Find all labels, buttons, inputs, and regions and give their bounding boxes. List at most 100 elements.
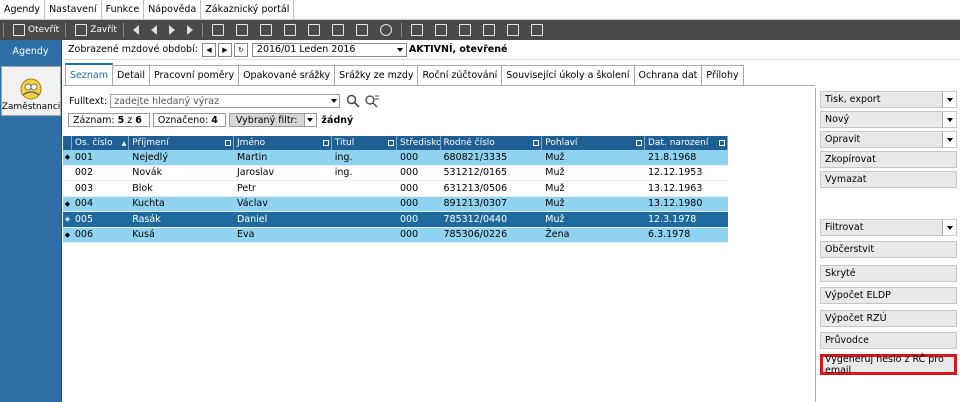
tab-pracovni-pomery[interactable]: Pracovní poměry	[148, 65, 240, 85]
menu-nastaveni[interactable]: Nastavení	[45, 0, 102, 20]
header-rodne-cislo[interactable]: Rodné číslo	[441, 136, 543, 150]
action-panel: Tisk, export Nový Opravit Zkopírovat Vymazat…	[815, 88, 960, 402]
vypocet-eldp-button[interactable]: Výpočet ELDP	[820, 287, 957, 304]
table-cell: Muž	[545, 151, 565, 163]
opravit-button[interactable]: Opravit	[820, 131, 957, 148]
record-of: z	[127, 114, 133, 126]
table-cell: 6.3.1978	[648, 229, 691, 241]
tab-detail[interactable]: Detail	[111, 65, 150, 85]
chevron-down-icon[interactable]	[942, 92, 956, 107]
header-os-cislo[interactable]: Os. číslo ▲	[72, 136, 130, 150]
novy-button[interactable]: Nový	[820, 111, 957, 128]
edit-button[interactable]	[302, 21, 326, 39]
last-record-button[interactable]	[181, 21, 199, 39]
tab-seznam[interactable]: Seznam	[65, 63, 113, 85]
chevron-down-icon[interactable]	[942, 132, 956, 147]
tab-srazky-ze-mzdy[interactable]: Srážky ze mzdy	[334, 65, 419, 85]
tool-2-button[interactable]	[453, 21, 477, 39]
header-pohlavi[interactable]: Pohlaví	[542, 136, 645, 150]
table-row[interactable]: ◈ 005 Rasák Daniel 000 785312/0440 Muž 12.3.197…	[63, 212, 728, 228]
skryte-button[interactable]: Skryté	[820, 265, 957, 282]
period-next-button[interactable]: ▶	[217, 42, 232, 57]
action-label: Nový	[825, 114, 850, 125]
header-prijmeni[interactable]: Příjmení	[129, 136, 234, 150]
open-label: Otevřít	[28, 25, 60, 35]
menu-napoveda[interactable]: Nápověda	[144, 0, 202, 20]
period-value: 2016/01 Leden 2016	[256, 44, 356, 55]
table-row[interactable]: ◆ 004 Kuchta Václav 000 891213/0307 Muž 13.12.1…	[63, 196, 728, 212]
marked-counter: Označeno: 4	[152, 113, 226, 127]
tab-opakovane-srazky[interactable]: Opakované srážky	[238, 65, 336, 85]
open-button[interactable]: Otevřít	[7, 21, 62, 39]
table-cell: 12.12.1953	[648, 167, 703, 179]
obcerstvit-button[interactable]: Občerstvit	[820, 241, 957, 258]
vygeneruj-heslo-z-rc-pro-email-button[interactable]: Vygeneruj heslo z RČ pro email	[820, 354, 957, 376]
period-prev-button[interactable]: ◀	[201, 42, 216, 57]
table-cell: Rasák	[132, 213, 161, 225]
vypocet-rzu-button[interactable]: Výpočet RZÚ	[820, 310, 957, 327]
tisk-export-button[interactable]: Tisk, export	[820, 91, 957, 108]
search-input[interactable]: zadejte hledaný výraz	[110, 94, 341, 108]
save-button[interactable]	[230, 21, 254, 39]
table-cell: Martin	[236, 151, 268, 163]
first-record-button[interactable]	[127, 21, 145, 39]
toolbar: Otevřít Zavřít	[0, 20, 960, 40]
table-cell: 785306/0226	[443, 229, 508, 241]
tool-1-button[interactable]	[405, 21, 429, 39]
vymazat-button[interactable]: Vymazat	[820, 171, 957, 188]
table-cell: 000	[399, 182, 419, 194]
pruvodce-button[interactable]: Průvodce	[820, 332, 957, 349]
close-button[interactable]: Zavřít	[69, 21, 120, 39]
sidebar-item-zamestnanci[interactable]: Zaměstnanci	[1, 66, 61, 116]
chevron-down-icon[interactable]	[942, 112, 956, 127]
filter-button[interactable]: Vybraný filtr:	[228, 113, 305, 127]
table-row[interactable]: 003 Blok Petr 000 631213/0506 Muž 13.12.1963	[63, 181, 728, 197]
tab-ochrana-dat[interactable]: Ochrana dat	[633, 65, 703, 85]
tab-souvisejici-ukoly[interactable]: Související úkoly a školení	[501, 65, 635, 85]
header-stredisko[interactable]: Středisko	[397, 136, 441, 150]
delete-button[interactable]	[350, 21, 374, 39]
table-row[interactable]: ◆ 001 Nejedlý Martin ing. 000 680821/3335 Muž 21…	[63, 150, 728, 166]
fulltext-bar: Fulltext: zadejte hledaný výraz	[69, 94, 380, 108]
menu-zakaznicky-portal[interactable]: Zákaznický portál	[201, 0, 295, 20]
search-button[interactable]	[374, 21, 398, 39]
tab-rocni-zuctovani[interactable]: Roční zúčtování	[417, 65, 503, 85]
header-dat-narozeni[interactable]: Dat. narození	[645, 136, 728, 150]
menu-funkce[interactable]: Funkce	[102, 0, 145, 20]
record-current: 5	[117, 114, 125, 126]
table-row[interactable]: 002 Novák Jaroslav ing. 000 531212/0165 Muž 12.…	[63, 166, 728, 181]
tool-5-button[interactable]	[525, 21, 549, 39]
copy-button[interactable]	[326, 21, 350, 39]
table-cell: Žena	[545, 229, 570, 241]
header-titul[interactable]: Titul	[332, 136, 397, 150]
agenda-sidebar: Agendy Zaměstnanci	[0, 40, 62, 402]
grid-view-button[interactable]	[206, 21, 230, 39]
period-refresh-button[interactable]: ↻	[233, 42, 248, 57]
next-record-button[interactable]	[163, 21, 181, 39]
period-select[interactable]: 2016/01 Leden 2016	[251, 42, 407, 57]
column-menu-icon	[533, 140, 540, 146]
table-cell: 000	[399, 213, 419, 225]
table-cell: Muž	[545, 182, 565, 194]
table-cell: 003	[74, 182, 94, 194]
tab-prilohy[interactable]: Přílohy	[701, 65, 744, 85]
table-cell: Petr	[236, 182, 256, 194]
record-total: 6	[135, 114, 142, 126]
chevron-down-icon[interactable]	[304, 113, 317, 127]
print-button[interactable]	[254, 21, 278, 39]
prev-record-button[interactable]	[145, 21, 163, 39]
help-button[interactable]	[429, 21, 453, 39]
tool-3-button[interactable]	[477, 21, 501, 39]
chevron-down-icon[interactable]	[329, 95, 340, 107]
advanced-search-icon[interactable]	[364, 94, 380, 108]
filtrovat-button[interactable]: Filtrovat	[820, 219, 957, 236]
action-label: Vymazat	[825, 174, 867, 185]
chevron-down-icon[interactable]	[942, 220, 956, 235]
tool-4-button[interactable]	[501, 21, 525, 39]
zkopirovat-button[interactable]: Zkopírovat	[820, 151, 957, 168]
document-button[interactable]	[278, 21, 302, 39]
search-icon[interactable]	[346, 94, 360, 108]
table-row[interactable]: ◆ 006 Kusá Eva 000 785306/0226 Žena 6.3.1978	[63, 227, 728, 243]
header-jmeno[interactable]: Jméno	[234, 136, 332, 150]
menu-agendy[interactable]: Agendy	[0, 0, 46, 20]
